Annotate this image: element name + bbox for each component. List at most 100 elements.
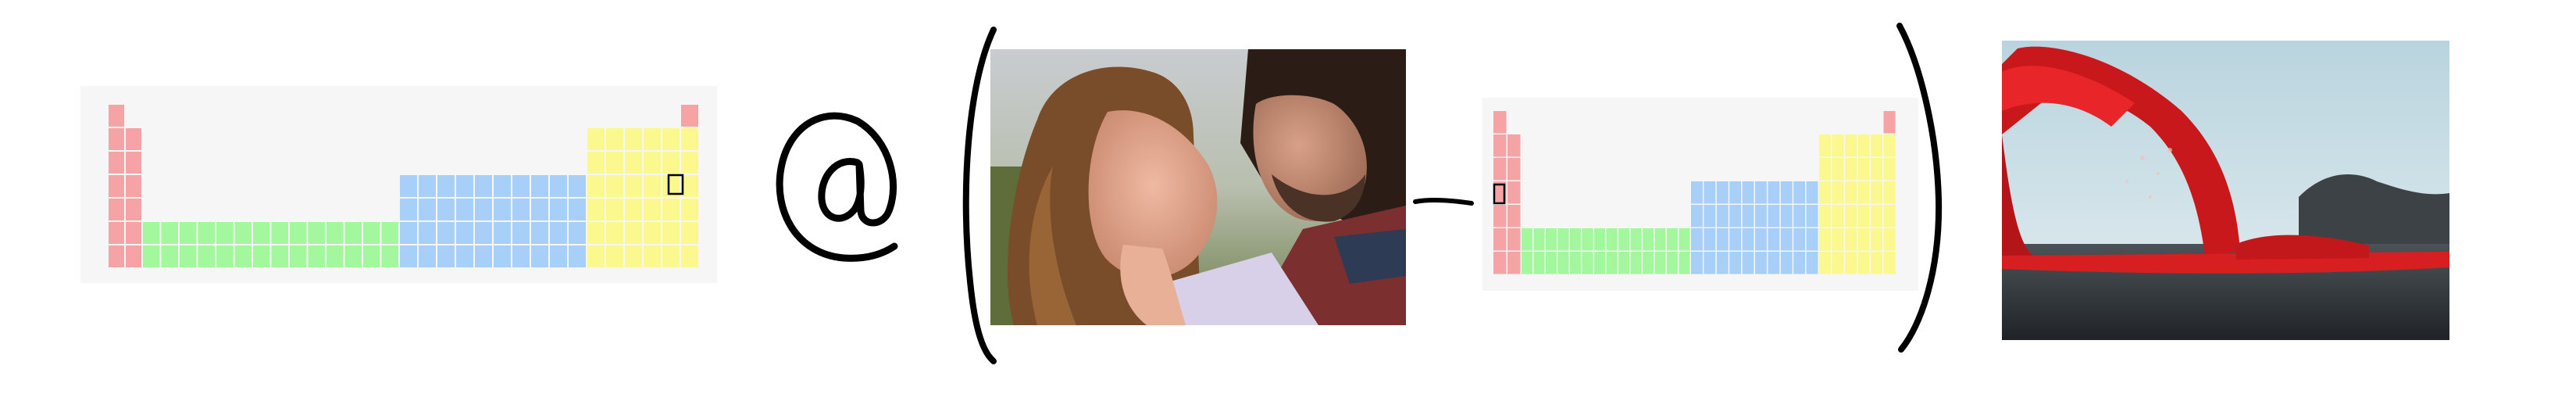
element-cell-d <box>1793 228 1806 251</box>
element-cell-d <box>1704 228 1716 251</box>
element-cell-d <box>1704 205 1716 227</box>
element-cell-s <box>1493 252 1507 274</box>
element-cell-p <box>1819 228 1831 251</box>
element-cell-d <box>437 245 455 267</box>
element-cell-f <box>143 222 160 244</box>
periodic-table-grid <box>109 105 698 267</box>
element-cell-p <box>1819 205 1831 227</box>
element-cell-d <box>1780 205 1793 227</box>
element-cell-f <box>1630 252 1642 274</box>
element-cell-p <box>1857 228 1870 251</box>
lava-fountain-photo-icon <box>2002 41 2449 340</box>
element-cell-d <box>1755 181 1767 204</box>
element-cell-d <box>1716 228 1729 251</box>
element-cell-s <box>109 175 124 197</box>
element-cell-p <box>1845 181 1857 204</box>
element-cell-d <box>1806 205 1818 227</box>
element-cell-f <box>1679 228 1690 251</box>
element-cell-d <box>1716 181 1729 204</box>
element-cell-p <box>644 175 661 197</box>
element-cell-p <box>1832 158 1844 181</box>
element-cell-d <box>569 199 586 220</box>
element-cell-p <box>681 128 698 150</box>
element-cell-d <box>475 222 492 244</box>
element-cell-d <box>1704 181 1716 204</box>
element-cell-d <box>1691 228 1703 251</box>
element-cell-s <box>126 245 141 267</box>
element-cell-f <box>1618 252 1629 274</box>
element-cell-p <box>1845 134 1857 157</box>
element-cell-d <box>1793 205 1806 227</box>
element-cell-f <box>234 245 252 267</box>
element-cell-f <box>326 222 344 244</box>
element-cell-p <box>1832 181 1844 204</box>
element-cell-f <box>363 245 380 267</box>
element-cell-d <box>456 199 473 220</box>
element-cell-d <box>1768 181 1780 204</box>
element-cell-p <box>681 152 698 174</box>
element-cell-d <box>1780 181 1793 204</box>
element-cell-s <box>126 175 141 197</box>
element-cell-d <box>419 175 436 197</box>
element-cell-p <box>1819 134 1831 157</box>
element-cell-s <box>1507 228 1521 251</box>
element-cell-s <box>126 152 141 174</box>
element-cell-s <box>109 105 124 127</box>
element-cell-p <box>1871 252 1882 274</box>
element-cell-p <box>606 128 623 150</box>
at-operator <box>765 102 922 274</box>
element-cell-f <box>1618 228 1629 251</box>
element-cell-d <box>475 245 492 267</box>
element-cell-d <box>1691 181 1703 204</box>
element-cell-d <box>475 175 492 197</box>
element-cell-d <box>1742 252 1754 274</box>
element-cell-f <box>326 245 344 267</box>
element-cell-f <box>1654 228 1666 251</box>
element-cell-p <box>644 128 661 150</box>
element-cell-d <box>1729 228 1742 251</box>
element-cell-f <box>216 245 234 267</box>
element-cell-p <box>587 128 605 150</box>
element-cell-p <box>1845 205 1857 227</box>
element-cell-s <box>109 245 124 267</box>
element-cell-d <box>1729 205 1742 227</box>
element-cell-p <box>681 222 698 244</box>
element-cell-d <box>419 199 436 220</box>
element-cell-p <box>625 245 642 267</box>
element-cell-s <box>1507 205 1521 227</box>
element-cell-f <box>344 245 362 267</box>
element-cell-d <box>437 222 455 244</box>
element-cell-f <box>271 222 288 244</box>
element-cell-d <box>1806 252 1818 274</box>
element-cell-d <box>1793 252 1806 274</box>
element-cell-p <box>644 222 661 244</box>
element-cell-f <box>363 222 380 244</box>
element-cell-s <box>126 199 141 220</box>
element-cell-p <box>587 152 605 174</box>
element-cell-f <box>308 222 325 244</box>
element-cell-d <box>1780 252 1793 274</box>
element-cell-p <box>662 128 680 150</box>
element-cell-p <box>1845 158 1857 181</box>
element-cell-d <box>1793 181 1806 204</box>
element-cell-p <box>587 199 605 220</box>
element-cell-f <box>1570 252 1581 274</box>
element-cell-f <box>290 222 307 244</box>
element-cell-p <box>1871 205 1882 227</box>
element-cell-s <box>109 222 124 244</box>
element-cell-f <box>161 245 178 267</box>
element-cell-f <box>1630 228 1642 251</box>
element-cell-f <box>161 222 178 244</box>
element-cell-p <box>625 128 642 150</box>
element-cell-d <box>419 245 436 267</box>
element-cell-f <box>1667 252 1678 274</box>
element-cell-f <box>253 222 270 244</box>
element-cell-d <box>569 175 586 197</box>
element-cell-s <box>126 222 141 244</box>
element-cell-d <box>400 175 417 197</box>
element-cell-f <box>1522 252 1532 274</box>
element-cell-d <box>550 245 567 267</box>
element-cell-he <box>681 105 698 127</box>
element-cell-p <box>625 175 642 197</box>
element-cell-p <box>1857 181 1870 204</box>
